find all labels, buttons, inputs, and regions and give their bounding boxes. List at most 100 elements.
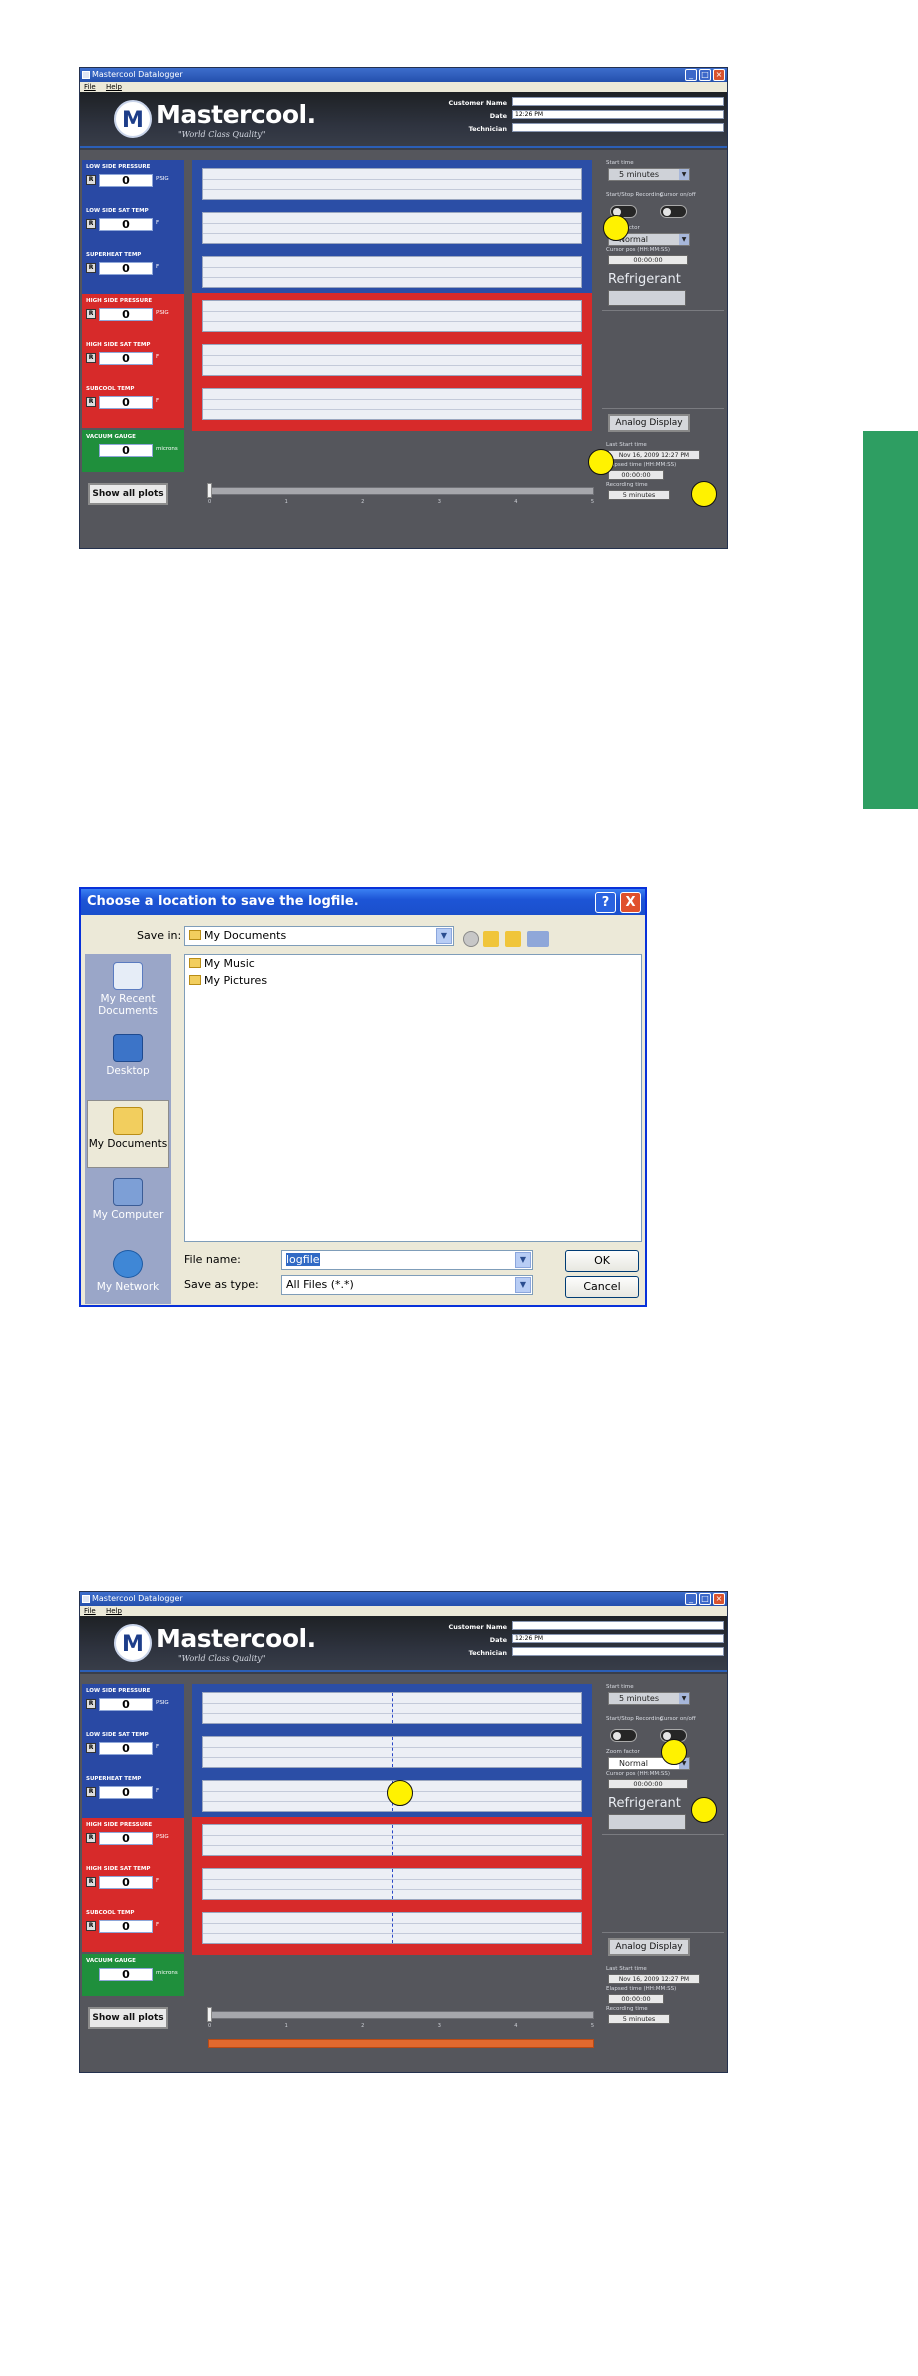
menu-file[interactable]: File [84, 83, 96, 91]
gauge-vacuum: VACUUM GAUGE 0 microns [86, 434, 182, 478]
ok-button[interactable]: OK [565, 1250, 639, 1272]
cursor-toggle[interactable] [660, 205, 687, 218]
place-my-computer[interactable]: My Computer [87, 1172, 169, 1240]
date-field[interactable]: 12:26 PM [512, 110, 724, 119]
plot-strip [202, 212, 582, 244]
timeline-slider[interactable] [207, 483, 594, 498]
plot-cursor[interactable] [392, 1869, 393, 1899]
close-icon[interactable]: × [713, 1593, 725, 1605]
gauge-label: HIGH SIDE SAT TEMP [86, 1866, 151, 1872]
reset-button[interactable]: R [86, 1743, 96, 1753]
plot-cursor[interactable] [392, 1825, 393, 1855]
customer-name-field[interactable] [512, 1621, 724, 1630]
tick-label: 4 [514, 499, 518, 505]
timeline-ticks: 0 1 2 3 4 5 [208, 499, 594, 505]
customer-name-field[interactable] [512, 97, 724, 106]
save-as-type-select[interactable]: All Files (*.*) ▼ [281, 1275, 533, 1295]
zoom-value: Normal [619, 1759, 648, 1768]
reset-button[interactable]: R [86, 219, 96, 229]
plot-cursor[interactable] [392, 1693, 393, 1723]
last-start-field: Nov 16, 2009 12:27 PM [608, 450, 700, 460]
up-folder-icon[interactable] [483, 931, 499, 947]
cursor-label: Cursor on/off [660, 192, 696, 198]
plot-cursor[interactable] [392, 1737, 393, 1767]
reset-button[interactable]: R [86, 1787, 96, 1797]
maximize-icon[interactable]: □ [699, 1593, 711, 1605]
desktop-icon [113, 1034, 143, 1062]
file-list[interactable]: My Music My Pictures [184, 954, 642, 1242]
place-my-documents[interactable]: My Documents [87, 1100, 169, 1168]
reset-button[interactable]: R [86, 1699, 96, 1709]
menu-file[interactable]: File [84, 1607, 96, 1615]
low-side-plots [192, 160, 592, 293]
gauge-value: 0 [99, 1832, 153, 1845]
reset-button[interactable]: R [86, 175, 96, 185]
minimize-icon[interactable]: _ [685, 69, 697, 81]
gauge-value: 0 [99, 308, 153, 321]
save-logfile-dialog: Choose a location to save the logfile. ?… [79, 887, 647, 1307]
minimize-icon[interactable]: _ [685, 1593, 697, 1605]
views-icon[interactable] [527, 931, 549, 947]
menu-help[interactable]: Help [106, 83, 122, 91]
show-all-plots-button[interactable]: Show all plots [88, 483, 168, 505]
plot-cursor[interactable] [392, 1913, 393, 1943]
gauge-label: LOW SIDE PRESSURE [86, 1688, 151, 1694]
date-field[interactable]: 12:26 PM [512, 1634, 724, 1643]
datalogger-window-2: Mastercool Datalogger _ □ × File Help M … [79, 1591, 728, 2073]
elapsed-field: 00:00:00 [608, 1994, 664, 2004]
timeline-slider[interactable] [207, 2007, 594, 2022]
reset-button[interactable]: R [86, 1877, 96, 1887]
show-all-plots-button[interactable]: Show all plots [88, 2007, 168, 2029]
gauge-value: 0 [99, 1968, 153, 1981]
technician-field[interactable] [512, 123, 724, 132]
gauge-label: LOW SIDE SAT TEMP [86, 1732, 149, 1738]
timeline-thumb[interactable] [207, 2007, 212, 2022]
place-recent-documents[interactable]: My Recent Documents [87, 956, 169, 1024]
app-icon [82, 71, 90, 79]
technician-field[interactable] [512, 1647, 724, 1656]
list-item[interactable]: My Pictures [189, 974, 267, 987]
back-icon[interactable] [463, 931, 479, 947]
toggle-switch-icon [613, 1732, 621, 1740]
datalogger-window-1: Mastercool Datalogger _ □ × File Help M … [79, 67, 728, 549]
reset-button[interactable]: R [86, 353, 96, 363]
reset-button[interactable]: R [86, 309, 96, 319]
close-icon[interactable]: X [620, 892, 641, 913]
refrigerant-field[interactable] [608, 290, 686, 306]
start-time-select[interactable]: 5 minutes ▼ [608, 168, 690, 181]
start-stop-toggle[interactable] [610, 1729, 637, 1742]
list-item[interactable]: My Music [189, 957, 255, 970]
analog-display-button[interactable]: Analog Display [608, 414, 690, 432]
save-as-type-value: All Files (*.*) [286, 1278, 354, 1291]
reset-button[interactable]: R [86, 1833, 96, 1843]
reset-button[interactable]: R [86, 397, 96, 407]
save-in-label: Save in: [137, 929, 182, 942]
logo-icon: M [114, 1624, 152, 1662]
reset-button[interactable]: R [86, 1921, 96, 1931]
place-desktop[interactable]: Desktop [87, 1028, 169, 1096]
cancel-button[interactable]: Cancel [565, 1276, 639, 1298]
gauge-unit: microns [156, 1970, 178, 1976]
start-time-select[interactable]: 5 minutes ▼ [608, 1692, 690, 1705]
place-my-network[interactable]: My Network [87, 1244, 169, 1312]
refrigerant-field[interactable] [608, 1814, 686, 1830]
reset-button[interactable]: R [86, 263, 96, 273]
gauge-subcool-temp: SUBCOOL TEMP R 0 F [86, 386, 182, 430]
close-icon[interactable]: × [713, 69, 725, 81]
save-in-combo[interactable]: My Documents ▼ [184, 926, 454, 946]
tick-label: 1 [284, 499, 288, 505]
new-folder-icon[interactable] [505, 931, 521, 947]
elapsed-label: Elapsed time (HH:MM:SS) [606, 462, 677, 468]
gauge-unit: F [156, 1744, 160, 1750]
zoom-range-bar[interactable] [208, 2039, 594, 2048]
gauge-subcool-temp: SUBCOOL TEMP R 0 F [86, 1910, 182, 1954]
dropdown-arrow-icon: ▼ [515, 1252, 531, 1268]
timeline-thumb[interactable] [207, 483, 212, 498]
analog-display-button[interactable]: Analog Display [608, 1938, 690, 1956]
file-name-field[interactable]: logfile ▼ [281, 1250, 533, 1270]
maximize-icon[interactable]: □ [699, 69, 711, 81]
my-network-icon [113, 1250, 143, 1278]
menu-help[interactable]: Help [106, 1607, 122, 1615]
gauge-unit: PSIG [156, 310, 169, 316]
help-button[interactable]: ? [595, 892, 616, 913]
